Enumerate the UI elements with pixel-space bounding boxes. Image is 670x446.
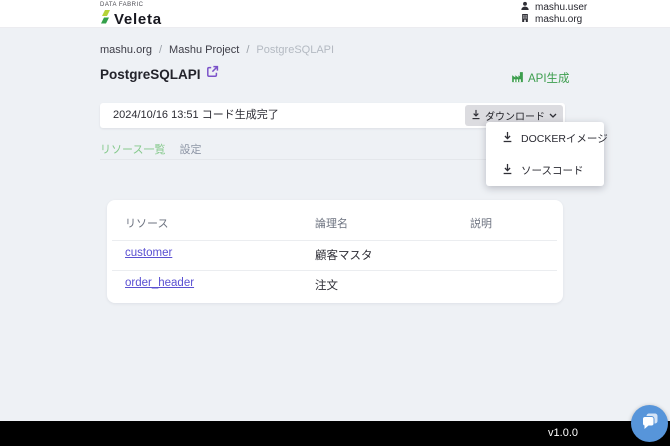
row-divider: [112, 270, 557, 271]
download-icon: [502, 131, 513, 146]
tab-resource-list[interactable]: リソース一覧: [100, 141, 165, 157]
breadcrumb-org[interactable]: mashu.org: [100, 44, 152, 56]
page-title: PostgreSQLAPI: [100, 67, 201, 82]
logical-name-cell: 顧客マスタ: [315, 247, 373, 263]
external-link-icon[interactable]: [206, 65, 219, 83]
app-window: DATA FABRIC Veleta ma: [0, 0, 670, 446]
breadcrumb: mashu.org / Mashu Project / PostgreSQLAP…: [100, 44, 334, 56]
download-dropdown-menu: DOCKERイメージ ソースコード: [486, 122, 604, 186]
brand-logo[interactable]: DATA FABRIC Veleta: [100, 2, 162, 29]
resource-table: リソース 論理名 説明 customer 顧客マスタ order_header …: [107, 200, 563, 303]
resource-link-order-header[interactable]: order_header: [125, 277, 194, 289]
brand-tagline: DATA FABRIC: [100, 2, 162, 9]
account-info: mashu.user mashu.org: [520, 2, 587, 26]
tab-settings[interactable]: 設定: [179, 141, 201, 157]
download-button-label: ダウンロード: [485, 108, 545, 123]
resource-link-customer[interactable]: customer: [125, 247, 172, 259]
api-generate-label: API生成: [528, 70, 570, 86]
chat-widget-button[interactable]: [631, 405, 668, 442]
chevron-down-icon: [549, 110, 557, 121]
top-header: DATA FABRIC Veleta ma: [0, 0, 670, 28]
breadcrumb-separator: /: [246, 44, 249, 56]
breadcrumb-project[interactable]: Mashu Project: [169, 44, 239, 56]
column-header-resource: リソース: [125, 215, 168, 231]
user-name: mashu.user: [535, 2, 587, 14]
menu-item-docker-image[interactable]: DOCKERイメージ: [486, 122, 604, 154]
download-icon: [471, 109, 481, 123]
page-title-row: PostgreSQLAPI: [100, 65, 219, 83]
app-version: v1.0.0: [548, 421, 578, 446]
logical-name-cell: 注文: [315, 277, 338, 293]
column-header-logical-name: 論理名: [315, 215, 348, 231]
api-generate-button[interactable]: API生成: [511, 70, 570, 86]
footer-bar: v1.0.0: [0, 421, 670, 446]
breadcrumb-separator: /: [159, 44, 162, 56]
download-icon: [502, 163, 513, 178]
menu-item-label: DOCKERイメージ: [521, 131, 608, 146]
generation-status-text: 2024/10/16 13:51 コード生成完了: [113, 103, 279, 128]
column-header-description: 説明: [470, 215, 492, 231]
factory-icon: [511, 71, 524, 86]
building-icon: [520, 13, 530, 27]
logo-bolt-icon: [100, 10, 111, 29]
account-user[interactable]: mashu.user: [520, 2, 587, 14]
account-org[interactable]: mashu.org: [520, 14, 587, 26]
brand-name: Veleta: [114, 12, 162, 28]
tab-bar: リソース一覧 設定: [100, 141, 201, 157]
menu-item-source-code[interactable]: ソースコード: [486, 154, 604, 186]
row-divider: [112, 240, 557, 241]
breadcrumb-current: PostgreSQLAPI: [256, 44, 334, 56]
menu-item-label: ソースコード: [521, 163, 583, 178]
org-name: mashu.org: [535, 14, 582, 26]
chat-bubbles-icon: [640, 411, 660, 436]
